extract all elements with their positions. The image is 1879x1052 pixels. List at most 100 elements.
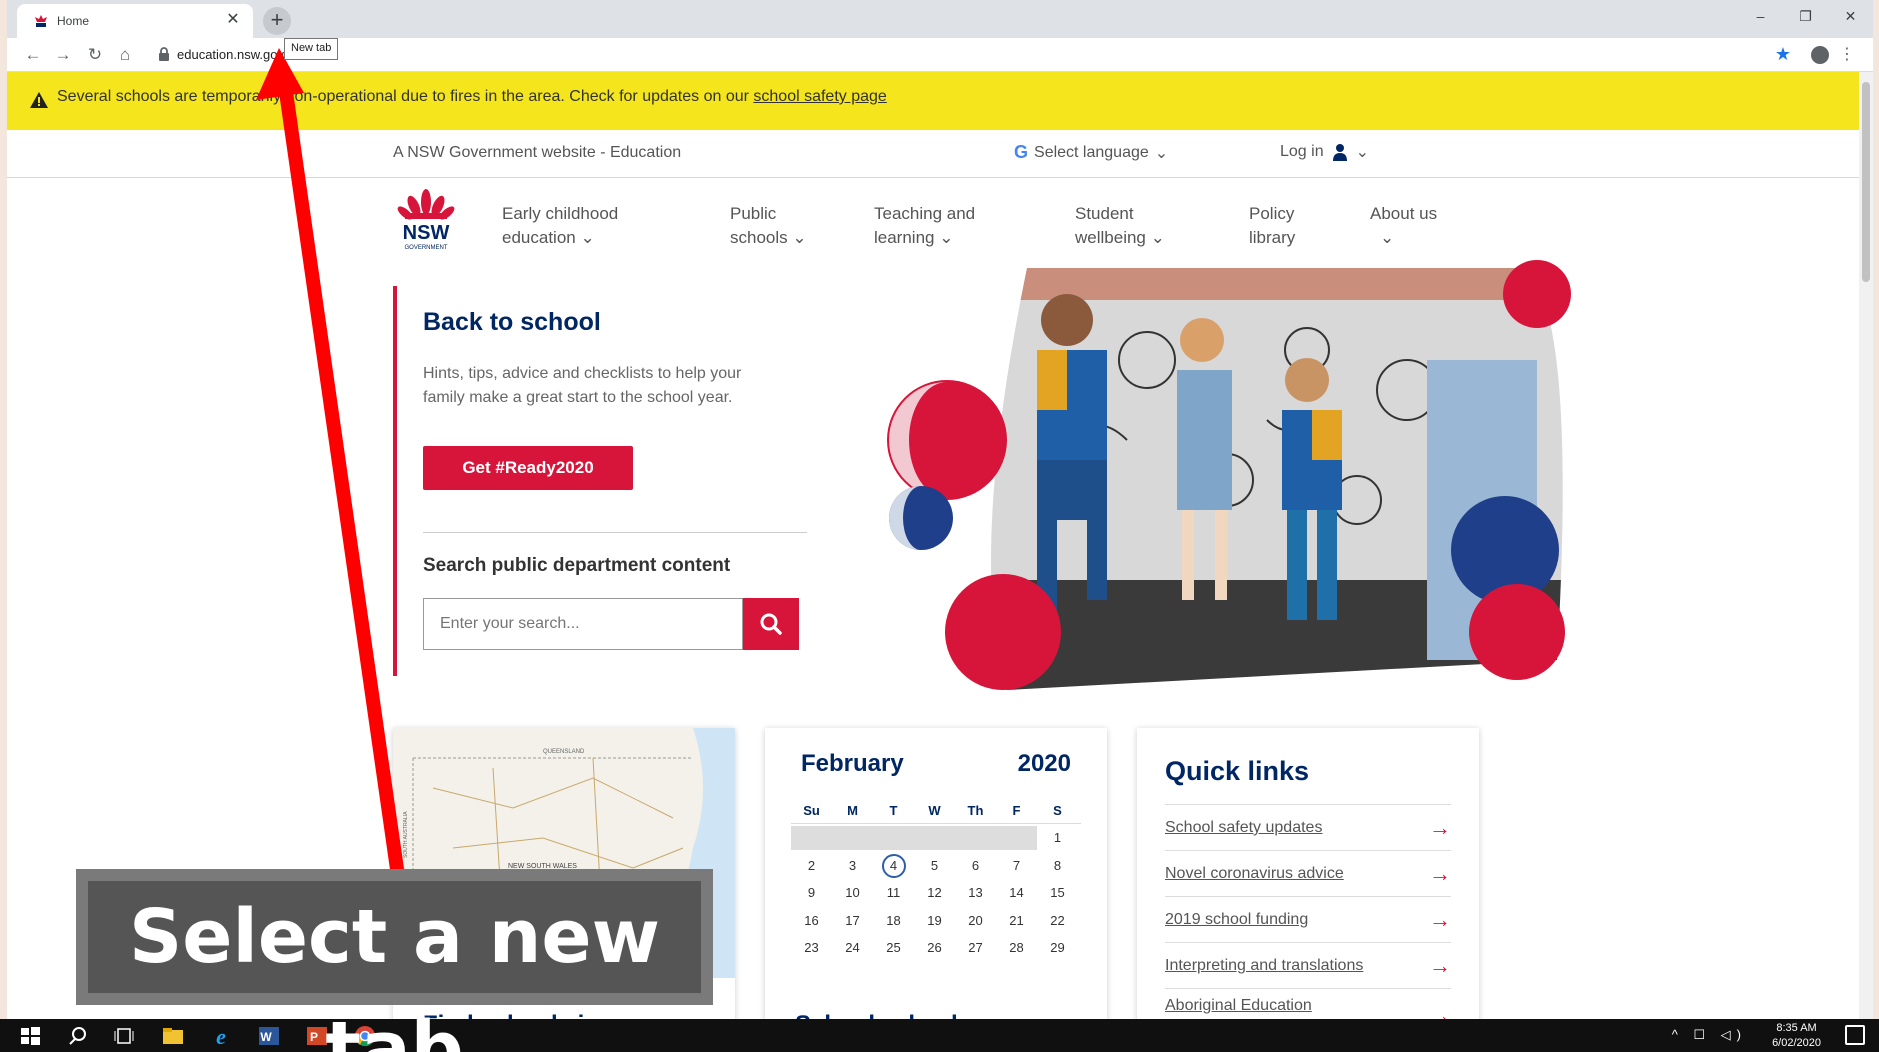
word-icon[interactable]: W <box>257 1024 281 1048</box>
calendar-day[interactable]: 27 <box>955 934 996 962</box>
nav-policy-library[interactable]: Policy library <box>1249 202 1295 250</box>
quick-link-label[interactable]: Interpreting and translations <box>1165 957 1363 975</box>
logo-text: NSW <box>403 222 450 244</box>
nav-about-us[interactable]: About us ⌄ <box>1370 202 1437 250</box>
calendar-day[interactable]: 2 <box>791 852 832 880</box>
calendar-blank-cell <box>832 826 873 850</box>
file-explorer-icon[interactable] <box>161 1024 185 1048</box>
quick-link-item[interactable]: Novel coronavirus advice → <box>1165 850 1451 896</box>
restore-button[interactable]: ❐ <box>1783 0 1828 32</box>
calendar-day-number: 29 <box>1050 940 1065 955</box>
calendar-day[interactable]: 23 <box>791 934 832 962</box>
forward-arrow-icon[interactable]: → <box>53 45 73 65</box>
page-scrollbar[interactable] <box>1859 72 1873 1019</box>
calendar-day[interactable]: 9 <box>791 879 832 907</box>
quick-link-label[interactable]: Novel coronavirus advice <box>1165 865 1344 883</box>
quick-link-item[interactable]: 2019 school funding → <box>1165 896 1451 942</box>
nav-label-line2: education <box>502 228 576 247</box>
lock-icon[interactable] <box>157 46 171 62</box>
get-ready-button[interactable]: Get #Ready2020 <box>423 446 633 490</box>
calendar-day[interactable]: 28 <box>996 934 1037 962</box>
calendar-day[interactable]: 29 <box>1037 934 1078 962</box>
minimize-button[interactable]: – <box>1738 0 1783 32</box>
close-window-button[interactable]: ✕ <box>1828 0 1873 32</box>
svg-text:e: e <box>216 1024 226 1048</box>
weekday-label: W <box>928 803 941 818</box>
calendar-day[interactable]: 16 <box>791 907 832 935</box>
nsw-government-logo[interactable]: NSW GOVERNMENT <box>395 186 457 252</box>
search-button[interactable] <box>743 598 799 650</box>
quick-link-item[interactable]: Aboriginal Education → <box>1165 988 1451 1019</box>
quick-link-label[interactable]: 2019 school funding <box>1165 911 1308 929</box>
new-tab-button[interactable]: + <box>263 7 291 35</box>
nav-student-wellbeing[interactable]: Student wellbeing ⌄ <box>1075 202 1165 250</box>
nav-label-line1: About us <box>1370 204 1438 223</box>
calendar-day-number: 18 <box>886 912 901 928</box>
search-input[interactable] <box>423 598 743 650</box>
nav-teaching-learning[interactable]: Teaching and learning ⌄ <box>874 202 975 250</box>
chevron-down-icon: ⌄ <box>1355 144 1369 161</box>
quick-link-item[interactable]: Interpreting and translations → <box>1165 942 1451 988</box>
nav-public-schools[interactable]: Public schools ⌄ <box>730 202 807 250</box>
calendar-day[interactable]: 12 <box>914 879 955 907</box>
calendar-day-today[interactable]: 4 <box>873 852 914 880</box>
menu-dots-icon[interactable]: ⋮ <box>1839 44 1855 64</box>
calendar-day[interactable]: 18 <box>873 907 914 935</box>
scrollbar-thumb[interactable] <box>1862 82 1870 282</box>
login-button[interactable]: Log in ⌄ <box>1280 142 1369 162</box>
windows-taskbar: e W P ^ ☐ ◁) 8:35 AM 6/02/2020 <box>0 1019 1879 1052</box>
caption-text: Select a new tab <box>129 894 660 1052</box>
calendar-day[interactable]: 22 <box>1037 907 1078 935</box>
calendar-day[interactable]: 25 <box>873 934 914 962</box>
notification-icon[interactable] <box>1845 1025 1865 1045</box>
calendar-day[interactable]: 3 <box>832 852 873 880</box>
calendar-day[interactable]: 1 <box>1037 824 1078 852</box>
quick-link-label[interactable]: School safety updates <box>1165 819 1322 837</box>
calendar-day[interactable]: 19 <box>914 907 955 935</box>
quick-link-item[interactable]: School safety updates → <box>1165 804 1451 850</box>
calendar-day[interactable]: 21 <box>996 907 1037 935</box>
calendar-day[interactable]: 15 <box>1037 879 1078 907</box>
calendar-day[interactable]: 20 <box>955 907 996 935</box>
address-bar[interactable]: education.nsw.gov <box>177 47 284 62</box>
reload-icon[interactable]: ↻ <box>85 45 105 65</box>
calendar-day[interactable]: 24 <box>832 934 873 962</box>
task-view-icon[interactable] <box>112 1024 136 1048</box>
calendar-day[interactable]: 26 <box>914 934 955 962</box>
calendar-day-number: 19 <box>927 912 942 928</box>
calendar-day-number: 13 <box>968 885 983 900</box>
alert-message: Several schools are temporarily non-oper… <box>57 88 754 105</box>
alert-banner: Several schools are temporarily non-oper… <box>7 72 1859 130</box>
back-arrow-icon[interactable]: ← <box>23 45 43 65</box>
taskbar-clock[interactable]: 8:35 AM 6/02/2020 <box>1772 1021 1821 1051</box>
tab-home[interactable]: Home ✕ <box>17 4 253 38</box>
close-tab-icon[interactable]: ✕ <box>223 10 243 30</box>
home-icon[interactable]: ⌂ <box>115 45 135 65</box>
windows-start-icon[interactable] <box>18 1024 42 1048</box>
internet-explorer-icon[interactable]: e <box>209 1024 233 1048</box>
calendar-day[interactable]: 8 <box>1037 852 1078 880</box>
calendar-day-number: 20 <box>968 912 983 928</box>
calendar-day-number: 12 <box>927 885 942 900</box>
quick-links-title: Quick links <box>1165 756 1310 786</box>
calendar-day[interactable]: 14 <box>996 879 1037 907</box>
weekday-label: Su <box>803 803 820 818</box>
calendar-day[interactable]: 17 <box>832 907 873 935</box>
weekday-label: S <box>1053 803 1062 818</box>
search-icon[interactable] <box>66 1024 90 1048</box>
school-safety-link[interactable]: school safety page <box>753 88 886 105</box>
calendar-day[interactable]: 5 <box>914 852 955 880</box>
calendar-day[interactable]: 11 <box>873 879 914 907</box>
language-selector[interactable]: G Select language ⌄ <box>1014 142 1168 163</box>
calendar-day[interactable]: 10 <box>832 879 873 907</box>
calendar-day[interactable]: 13 <box>955 879 996 907</box>
system-tray-icons[interactable]: ^ ☐ ◁) <box>1672 1027 1747 1043</box>
profile-icon[interactable] <box>1811 46 1829 64</box>
nav-label-line1: Student <box>1075 204 1134 223</box>
nav-early-childhood[interactable]: Early childhood education ⌄ <box>502 202 618 250</box>
calendar-day[interactable]: 6 <box>955 852 996 880</box>
calendar-grid: Su M T W Th F S 1 2 3 4 5 6 7 8 9 10 11 12 13 14 15 16 1… <box>791 800 1081 962</box>
calendar-day[interactable]: 7 <box>996 852 1037 880</box>
bookmark-star-icon[interactable]: ★ <box>1775 44 1791 65</box>
quick-link-label[interactable]: Aboriginal Education <box>1165 997 1312 1015</box>
